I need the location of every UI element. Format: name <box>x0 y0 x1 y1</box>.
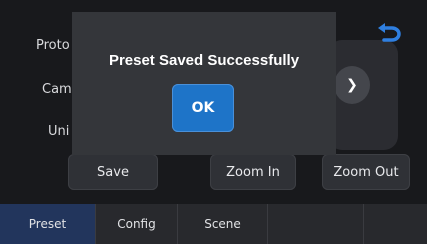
tab-preset[interactable]: Preset <box>0 204 96 244</box>
camera-label: Cam <box>42 82 72 97</box>
tab-empty-1[interactable] <box>268 204 364 244</box>
save-button[interactable]: Save <box>68 154 158 190</box>
tab-scene[interactable]: Scene <box>178 204 268 244</box>
unit-label: Uni <box>48 124 70 139</box>
zoom-in-button[interactable]: Zoom In <box>210 154 296 190</box>
tab-bar: Preset Config Scene <box>0 204 427 244</box>
chevron-right-icon: ❯ <box>346 77 358 93</box>
zoom-out-button[interactable]: Zoom Out <box>322 154 410 190</box>
protocol-label: Proto <box>36 38 70 53</box>
dialog-message: Preset Saved Successfully <box>108 52 300 69</box>
back-arrow-icon[interactable] <box>374 22 402 46</box>
preset-saved-dialog: Preset Saved Successfully OK <box>72 12 336 155</box>
camera-control-screen: Proto Cam Uni ❯ Save Zoom In Zoom Out Pr… <box>0 0 427 244</box>
tab-empty-2[interactable] <box>364 204 427 244</box>
pan-right-button[interactable]: ❯ <box>334 66 370 104</box>
tab-config[interactable]: Config <box>96 204 178 244</box>
ok-button[interactable]: OK <box>172 84 234 132</box>
